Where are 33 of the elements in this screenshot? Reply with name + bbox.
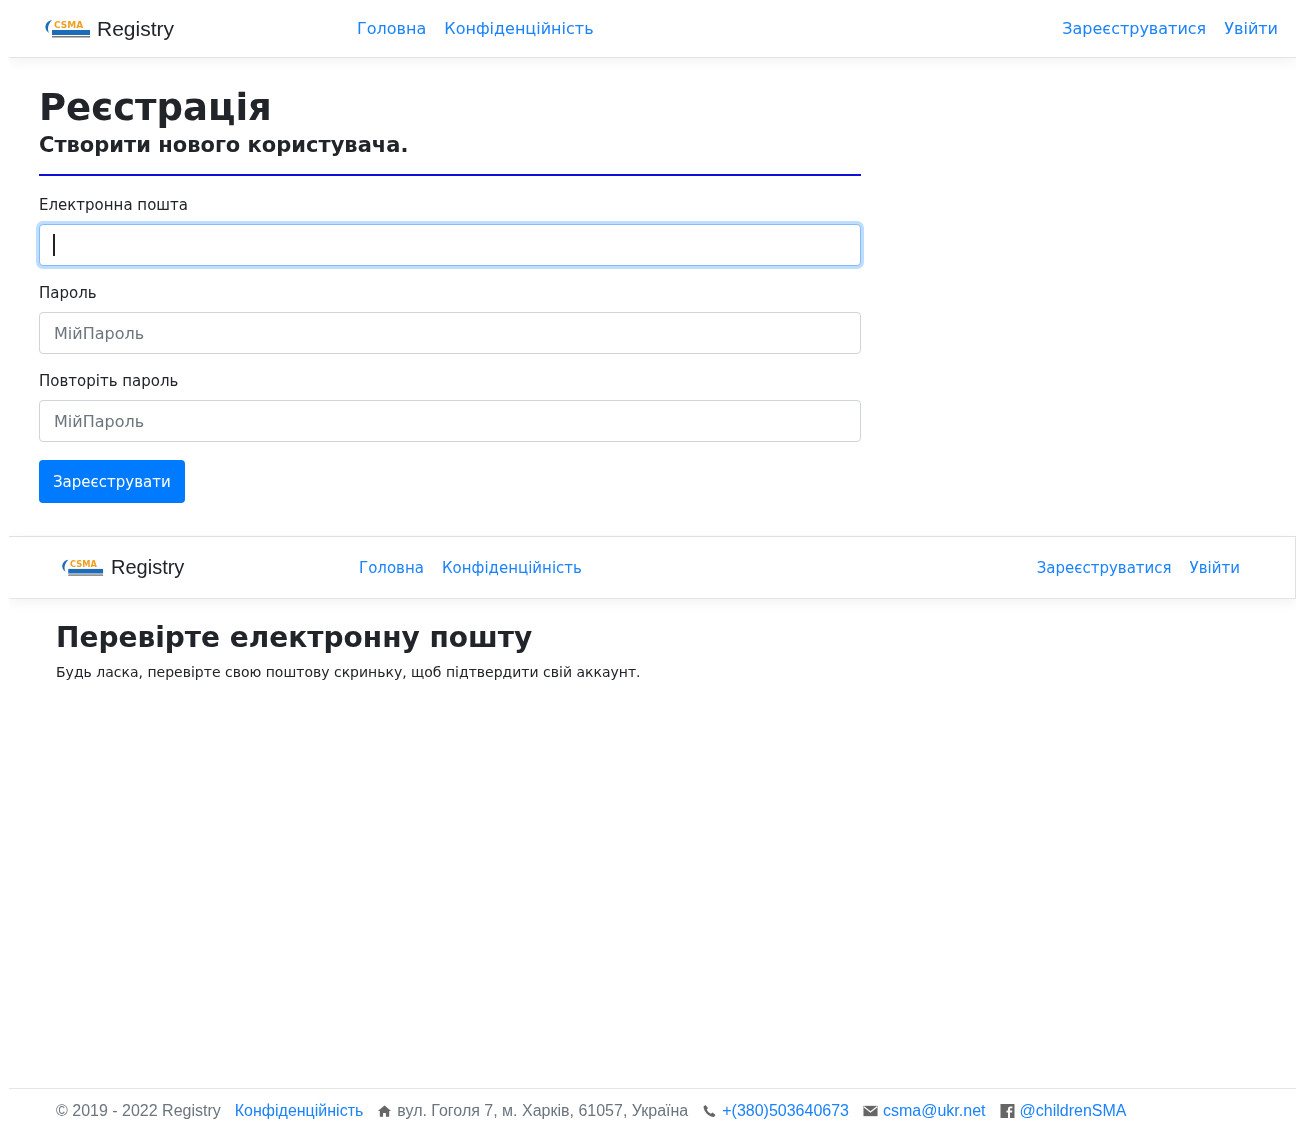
input-field[interactable]: МійПароль [39, 400, 861, 442]
nav-link[interactable]: Конфіденційність [441, 558, 582, 577]
input-field[interactable] [39, 224, 861, 266]
envelope-icon [863, 1104, 878, 1118]
confirm-title: Перевірте електронну пошту [56, 621, 534, 654]
nav-link[interactable]: Увійти [1189, 558, 1240, 577]
page-title: Реєстрація [39, 86, 273, 129]
nav-link[interactable]: Головна [359, 558, 424, 577]
nav-link[interactable]: Увійти [1224, 19, 1278, 38]
page-subtitle: Створити нового користувача. [39, 133, 410, 157]
home-icon [377, 1104, 393, 1118]
nav-link[interactable]: Зареєструватися [1062, 19, 1207, 38]
contact-link[interactable]: csma@ukr.net [883, 1102, 986, 1120]
brand-link[interactable]: Registry [97, 16, 175, 41]
csma-logo: CSMA [59, 556, 105, 579]
contact-link[interactable]: +(380)503640673 [722, 1102, 849, 1120]
nav-link[interactable]: Головна [357, 19, 427, 38]
input-field[interactable]: МійПароль [39, 312, 861, 354]
field-label: Повторіть пароль [39, 372, 180, 390]
csma-logo: CSMA [43, 16, 91, 41]
register-button[interactable]: Зареєструвати [39, 460, 185, 503]
phone-icon [702, 1104, 718, 1118]
field-label: Пароль [39, 284, 98, 302]
facebook-icon [999, 1104, 1015, 1118]
confirm-message: Будь ласка, перевірте свою поштову скриньку, щоб підтвердити свій аккаунт. [56, 664, 642, 680]
nav-link[interactable]: Конфіденційність [444, 19, 594, 38]
nav-link[interactable]: Зареєструватися [1036, 558, 1172, 577]
address-text: вул. Гоголя 7, м. Харків, 61057, Україна [397, 1102, 689, 1120]
brand-link[interactable]: Registry [111, 556, 185, 579]
contact-link[interactable]: @childrenSMA [1019, 1102, 1127, 1120]
privacy-link[interactable]: Конфіденційність [234, 1102, 364, 1120]
copyright-text: © 2019 - 2022 Registry [56, 1102, 221, 1120]
field-label: Електронна пошта [39, 196, 189, 214]
